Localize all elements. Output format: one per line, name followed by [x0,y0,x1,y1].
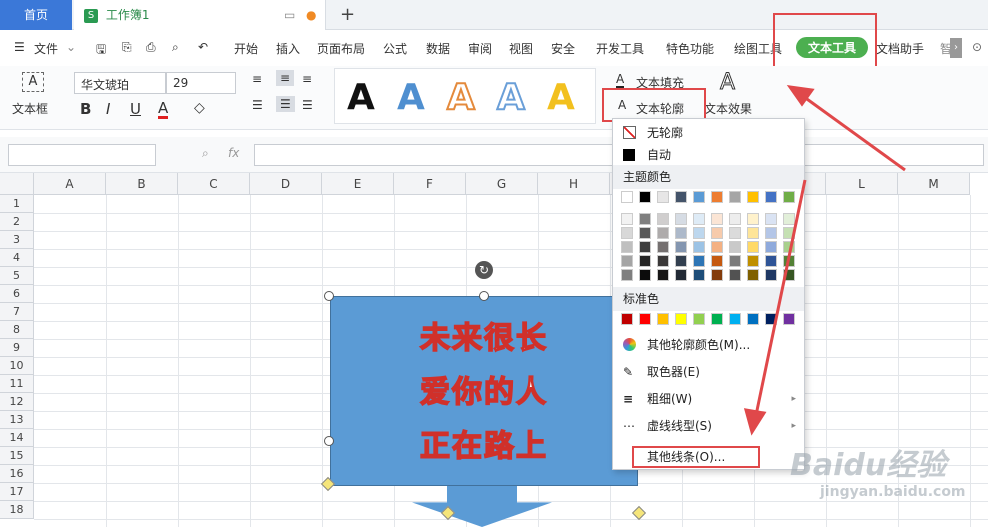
watermark-url: jingyan.baidu.com [820,484,966,500]
watermark-brand: Baidu经验 [790,448,947,483]
watermark: Baidu经验 jingyan.baidu.com [790,440,966,500]
annotation-arrow [743,85,906,436]
